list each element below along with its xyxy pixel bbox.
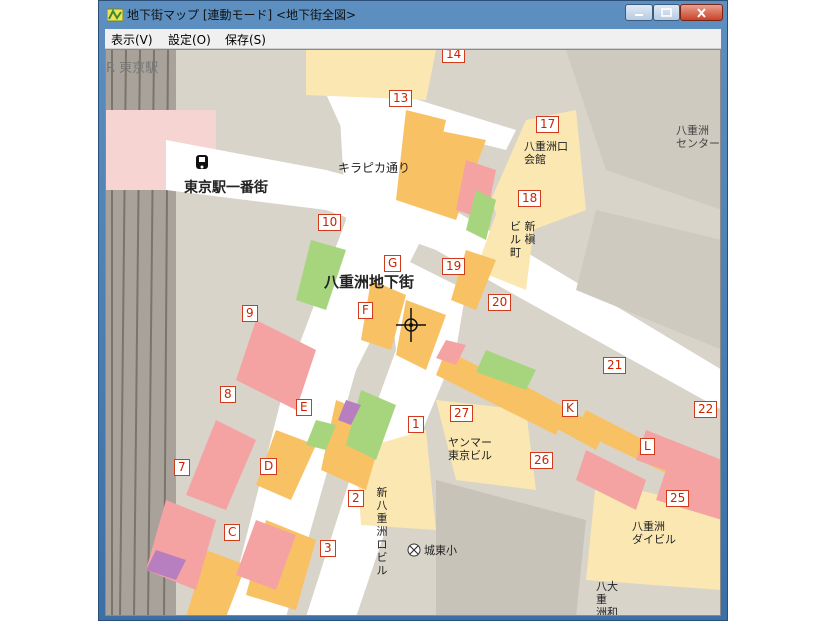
exit-marker-3[interactable]: 3 [320,540,336,557]
app-map-icon [106,7,124,22]
exit-marker-k[interactable]: K [562,400,578,417]
exit-marker-22[interactable]: 22 [694,401,718,418]
minimize-button[interactable] [625,4,653,21]
app-window: 地下街マップ [連動モード] <地下街全図> 表示(V) 設定(O) 保存(S) [98,0,728,621]
exit-marker-g[interactable]: G [384,255,402,272]
menu-view[interactable]: 表示(V) [111,31,153,48]
building-label-yaesu-center: 八重洲 センター [676,124,720,150]
building-label-shin-yaesu: 新 八 重 洲 ロ ビ ル [376,486,388,577]
menu-settings[interactable]: 設定(O) [168,31,211,48]
exit-marker-14[interactable]: 14 [442,50,466,63]
exit-marker-2[interactable]: 2 [348,490,364,507]
map-view[interactable]: R 東京駅 東京駅一番街 キラピカ通り 八重洲地下街 八重洲口 会館 八重洲 セ… [105,49,721,616]
building-label-yaesu-daibiru: 八重洲 ダイビル [632,520,676,546]
exit-marker-c[interactable]: C [224,524,241,541]
close-button[interactable] [680,4,723,21]
exit-marker-8[interactable]: 8 [220,386,236,403]
school-label: 城東小 [424,544,457,557]
title-bar[interactable]: 地下街マップ [連動モード] <地下街全図> [99,1,727,27]
building-label-yanmar: ヤンマー 東京ビル [448,436,492,462]
map-canvas [106,50,720,615]
maximize-button[interactable] [653,4,680,21]
exit-marker-7[interactable]: 7 [174,459,190,476]
exit-marker-27[interactable]: 27 [450,405,474,422]
exit-marker-f[interactable]: F [358,302,373,319]
exit-marker-18[interactable]: 18 [518,190,542,207]
exit-marker-13[interactable]: 13 [389,90,413,107]
street-label-kirapika: キラピカ通り [338,161,411,175]
menu-save[interactable]: 保存(S) [225,31,266,48]
exit-marker-25[interactable]: 25 [666,490,690,507]
exit-marker-21[interactable]: 21 [603,357,627,374]
exit-marker-10[interactable]: 10 [318,214,342,231]
exit-marker-19[interactable]: 19 [442,258,466,275]
building-label-hachidaiwa: 八大 重 洲和 [596,580,618,616]
area-label-ichibangai: 東京駅一番街 [184,180,268,196]
building-label-shinmakicho: ビ 新 ル 槇 町 [510,220,536,259]
area-label-yaesu-chikagai: 八重洲地下街 [324,273,415,291]
exit-marker-d[interactable]: D [260,458,278,475]
station-label: R 東京駅 [106,61,159,76]
window-title: 地下街マップ [連動モード] <地下街全図> [127,8,357,22]
exit-marker-9[interactable]: 9 [242,305,258,322]
menu-bar: 表示(V) 設定(O) 保存(S) [105,29,721,49]
exit-marker-l[interactable]: L [640,438,655,455]
exit-marker-20[interactable]: 20 [488,294,512,311]
building-label-gate-hall: 八重洲口 会館 [524,140,568,166]
exit-marker-1[interactable]: 1 [408,416,424,433]
exit-marker-26[interactable]: 26 [530,452,554,469]
exit-marker-17[interactable]: 17 [536,116,560,133]
exit-marker-e[interactable]: E [296,399,312,416]
